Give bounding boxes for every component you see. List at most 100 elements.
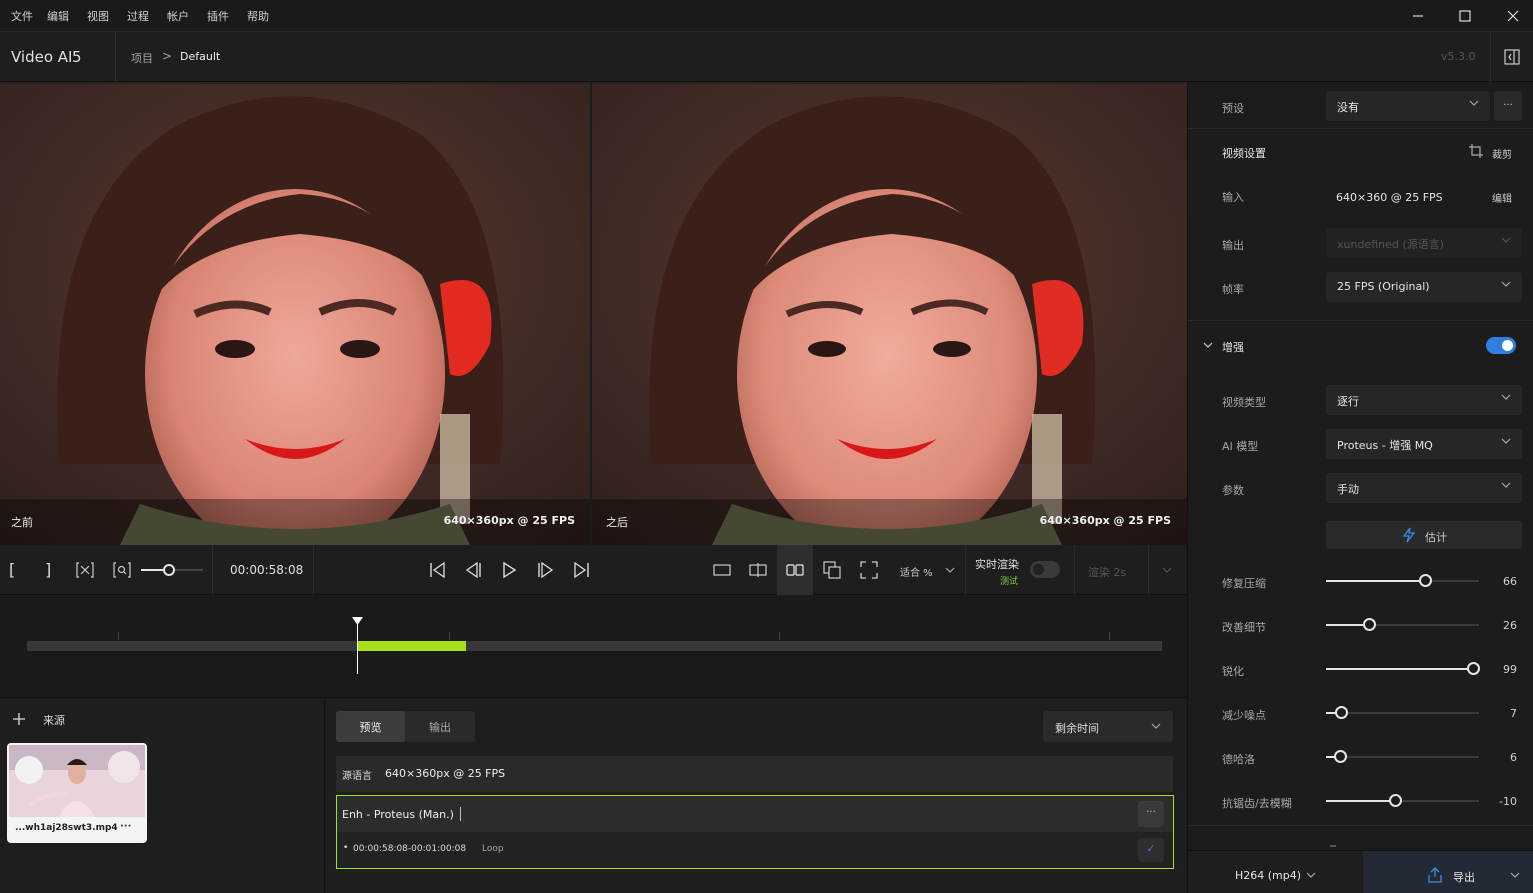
timeline-selection[interactable] <box>357 641 467 651</box>
timeline[interactable] <box>0 596 1187 698</box>
view-single-button[interactable] <box>710 559 734 581</box>
ai-model-select[interactable]: Proteus - 增强 MQ <box>1326 429 1522 459</box>
app-version-num: 5 <box>72 48 82 66</box>
zoom-slider-knob[interactable] <box>162 564 175 576</box>
go-end-button[interactable] <box>569 559 593 581</box>
input-edit-button[interactable]: 编辑 <box>1492 190 1512 205</box>
source-info-resolution: 640×360px @ 25 FPS <box>385 767 506 780</box>
clear-marks-button[interactable] <box>73 559 97 581</box>
zoom-fit-button[interactable] <box>110 559 134 581</box>
queue-item-more-button[interactable]: ··· <box>1138 801 1164 827</box>
preset-more-button[interactable]: ··· <box>1494 91 1522 121</box>
next-frame-button[interactable] <box>533 559 557 581</box>
breadcrumb-separator: > <box>162 49 173 63</box>
menu-process[interactable]: 过程 <box>127 8 149 24</box>
before-preview[interactable]: 之前 640×360px @ 25 FPS <box>0 84 590 545</box>
prev-frame-button[interactable] <box>462 559 486 581</box>
split-view-icon <box>749 563 767 577</box>
go-start-button[interactable] <box>426 559 450 581</box>
skip-start-icon <box>430 561 445 579</box>
menu-view[interactable]: 视图 <box>87 8 109 24</box>
source-thumbnail <box>9 745 145 817</box>
enhance-toggle[interactable] <box>1486 337 1516 354</box>
tab-output[interactable]: 输出 <box>405 711 475 742</box>
sort-select[interactable]: 剩余时间 <box>1043 711 1173 742</box>
single-view-icon <box>713 564 731 576</box>
codec-value: H264 (mp4) <box>1235 869 1302 882</box>
render-button[interactable]: 渲染 2s <box>1088 564 1126 580</box>
fps-value: 25 FPS (Original) <box>1337 280 1430 293</box>
minimize-button[interactable] <box>1398 4 1438 28</box>
input-label: 输入 <box>1222 191 1244 204</box>
render-options-chevron-icon[interactable] <box>1162 566 1172 574</box>
timeline-track[interactable] <box>27 641 1162 651</box>
enhance-title: 增强 <box>1222 341 1244 354</box>
realtime-beta-label: 测试 <box>1000 577 1019 587</box>
queue-item-loop: Loop <box>482 844 504 854</box>
maximize-button[interactable] <box>1445 4 1485 28</box>
enhance-slider[interactable] <box>1326 706 1479 719</box>
breadcrumb-current: Default <box>180 50 221 63</box>
playhead[interactable] <box>352 617 364 674</box>
slider-knob[interactable] <box>1335 706 1349 719</box>
queue-item-title: Enh - Proteus (Man.) <box>342 808 454 821</box>
queue-panel: 预览 输出 剩余时间 源语言 640×360px @ 25 FPS Enh - … <box>326 699 1187 893</box>
slider-knob[interactable] <box>1388 794 1402 807</box>
video-type-select[interactable]: 逐行 <box>1326 385 1522 415</box>
close-button[interactable] <box>1493 4 1533 28</box>
toggle-panel-button[interactable] <box>1490 32 1533 82</box>
breadcrumb-project[interactable]: 项目 <box>131 50 153 66</box>
menu-help[interactable]: 帮助 <box>247 8 269 24</box>
menu-file[interactable]: 文件 <box>11 8 33 24</box>
params-select[interactable]: 手动 <box>1326 473 1522 503</box>
before-resolution: 640×360px @ 25 FPS <box>443 514 575 527</box>
after-resolution: 640×360px @ 25 FPS <box>1039 514 1171 527</box>
source-card[interactable]: ...wh1aj28swt3.mp4 ··· <box>7 743 147 843</box>
enhance-slider[interactable] <box>1326 794 1479 807</box>
menu-edit[interactable]: 编辑 <box>47 8 69 24</box>
fps-select[interactable]: 25 FPS (Original) <box>1326 272 1522 302</box>
view-side-by-side-button[interactable] <box>777 545 813 595</box>
realtime-render-label: 实时渲染 <box>975 558 1019 571</box>
export-button[interactable]: 导出 <box>1363 850 1533 893</box>
after-preview[interactable]: 之后 640×360px @ 25 FPS <box>592 84 1187 545</box>
enhance-slider[interactable] <box>1326 618 1479 631</box>
crop-button[interactable]: 裁剪 <box>1492 146 1512 161</box>
slider-knob[interactable] <box>1362 618 1376 631</box>
queue-item[interactable]: Enh - Proteus (Man.) ··· • 00:00:58:08-0… <box>336 795 1174 869</box>
slider-knob[interactable] <box>1419 574 1433 587</box>
realtime-toggle[interactable] <box>1030 561 1060 578</box>
timecode[interactable]: 00:00:58:08 <box>230 563 303 577</box>
output-select[interactable]: xundefined (源语言) <box>1326 228 1522 258</box>
play-button[interactable] <box>497 559 521 581</box>
slider-knob[interactable] <box>1333 750 1347 763</box>
playhead-handle-icon[interactable] <box>351 616 364 628</box>
preset-select[interactable]: 没有 <box>1326 91 1490 121</box>
divider <box>1188 128 1533 129</box>
enhance-slider[interactable] <box>1326 574 1479 587</box>
enhance-slider[interactable] <box>1326 750 1479 763</box>
mark-in-button[interactable]: [ <box>9 560 15 579</box>
menu-plugins[interactable]: 插件 <box>207 8 229 24</box>
estimate-button[interactable]: 估计 <box>1326 521 1522 549</box>
partial-slider <box>1330 845 1336 847</box>
zoom-slider[interactable] <box>141 564 203 576</box>
view-compare-button[interactable] <box>820 559 844 581</box>
controls-divider-4 <box>1074 545 1075 595</box>
queue-item-check[interactable]: ✓ <box>1138 838 1164 862</box>
mark-out-button[interactable]: ] <box>45 560 51 579</box>
tick <box>118 632 119 640</box>
fit-zoom-select[interactable]: 适合 % <box>900 564 933 579</box>
add-source-button[interactable] <box>8 709 30 729</box>
view-split-button[interactable] <box>746 559 770 581</box>
enhance-slider[interactable] <box>1326 662 1480 675</box>
menu-bar: 文件 编辑 视图 过程 帐户 插件 帮助 <box>0 0 1533 32</box>
fullscreen-button[interactable] <box>857 559 881 581</box>
source-more-button[interactable]: ··· <box>120 821 131 832</box>
tab-preview[interactable]: 预览 <box>336 711 405 742</box>
chevron-down-icon[interactable] <box>1203 341 1213 349</box>
codec-select[interactable]: H264 (mp4) <box>1188 850 1363 893</box>
chevron-down-icon[interactable] <box>1510 871 1520 879</box>
slider-label: 抗锯齿/去模糊 <box>1222 797 1292 810</box>
menu-account[interactable]: 帐户 <box>167 8 189 24</box>
